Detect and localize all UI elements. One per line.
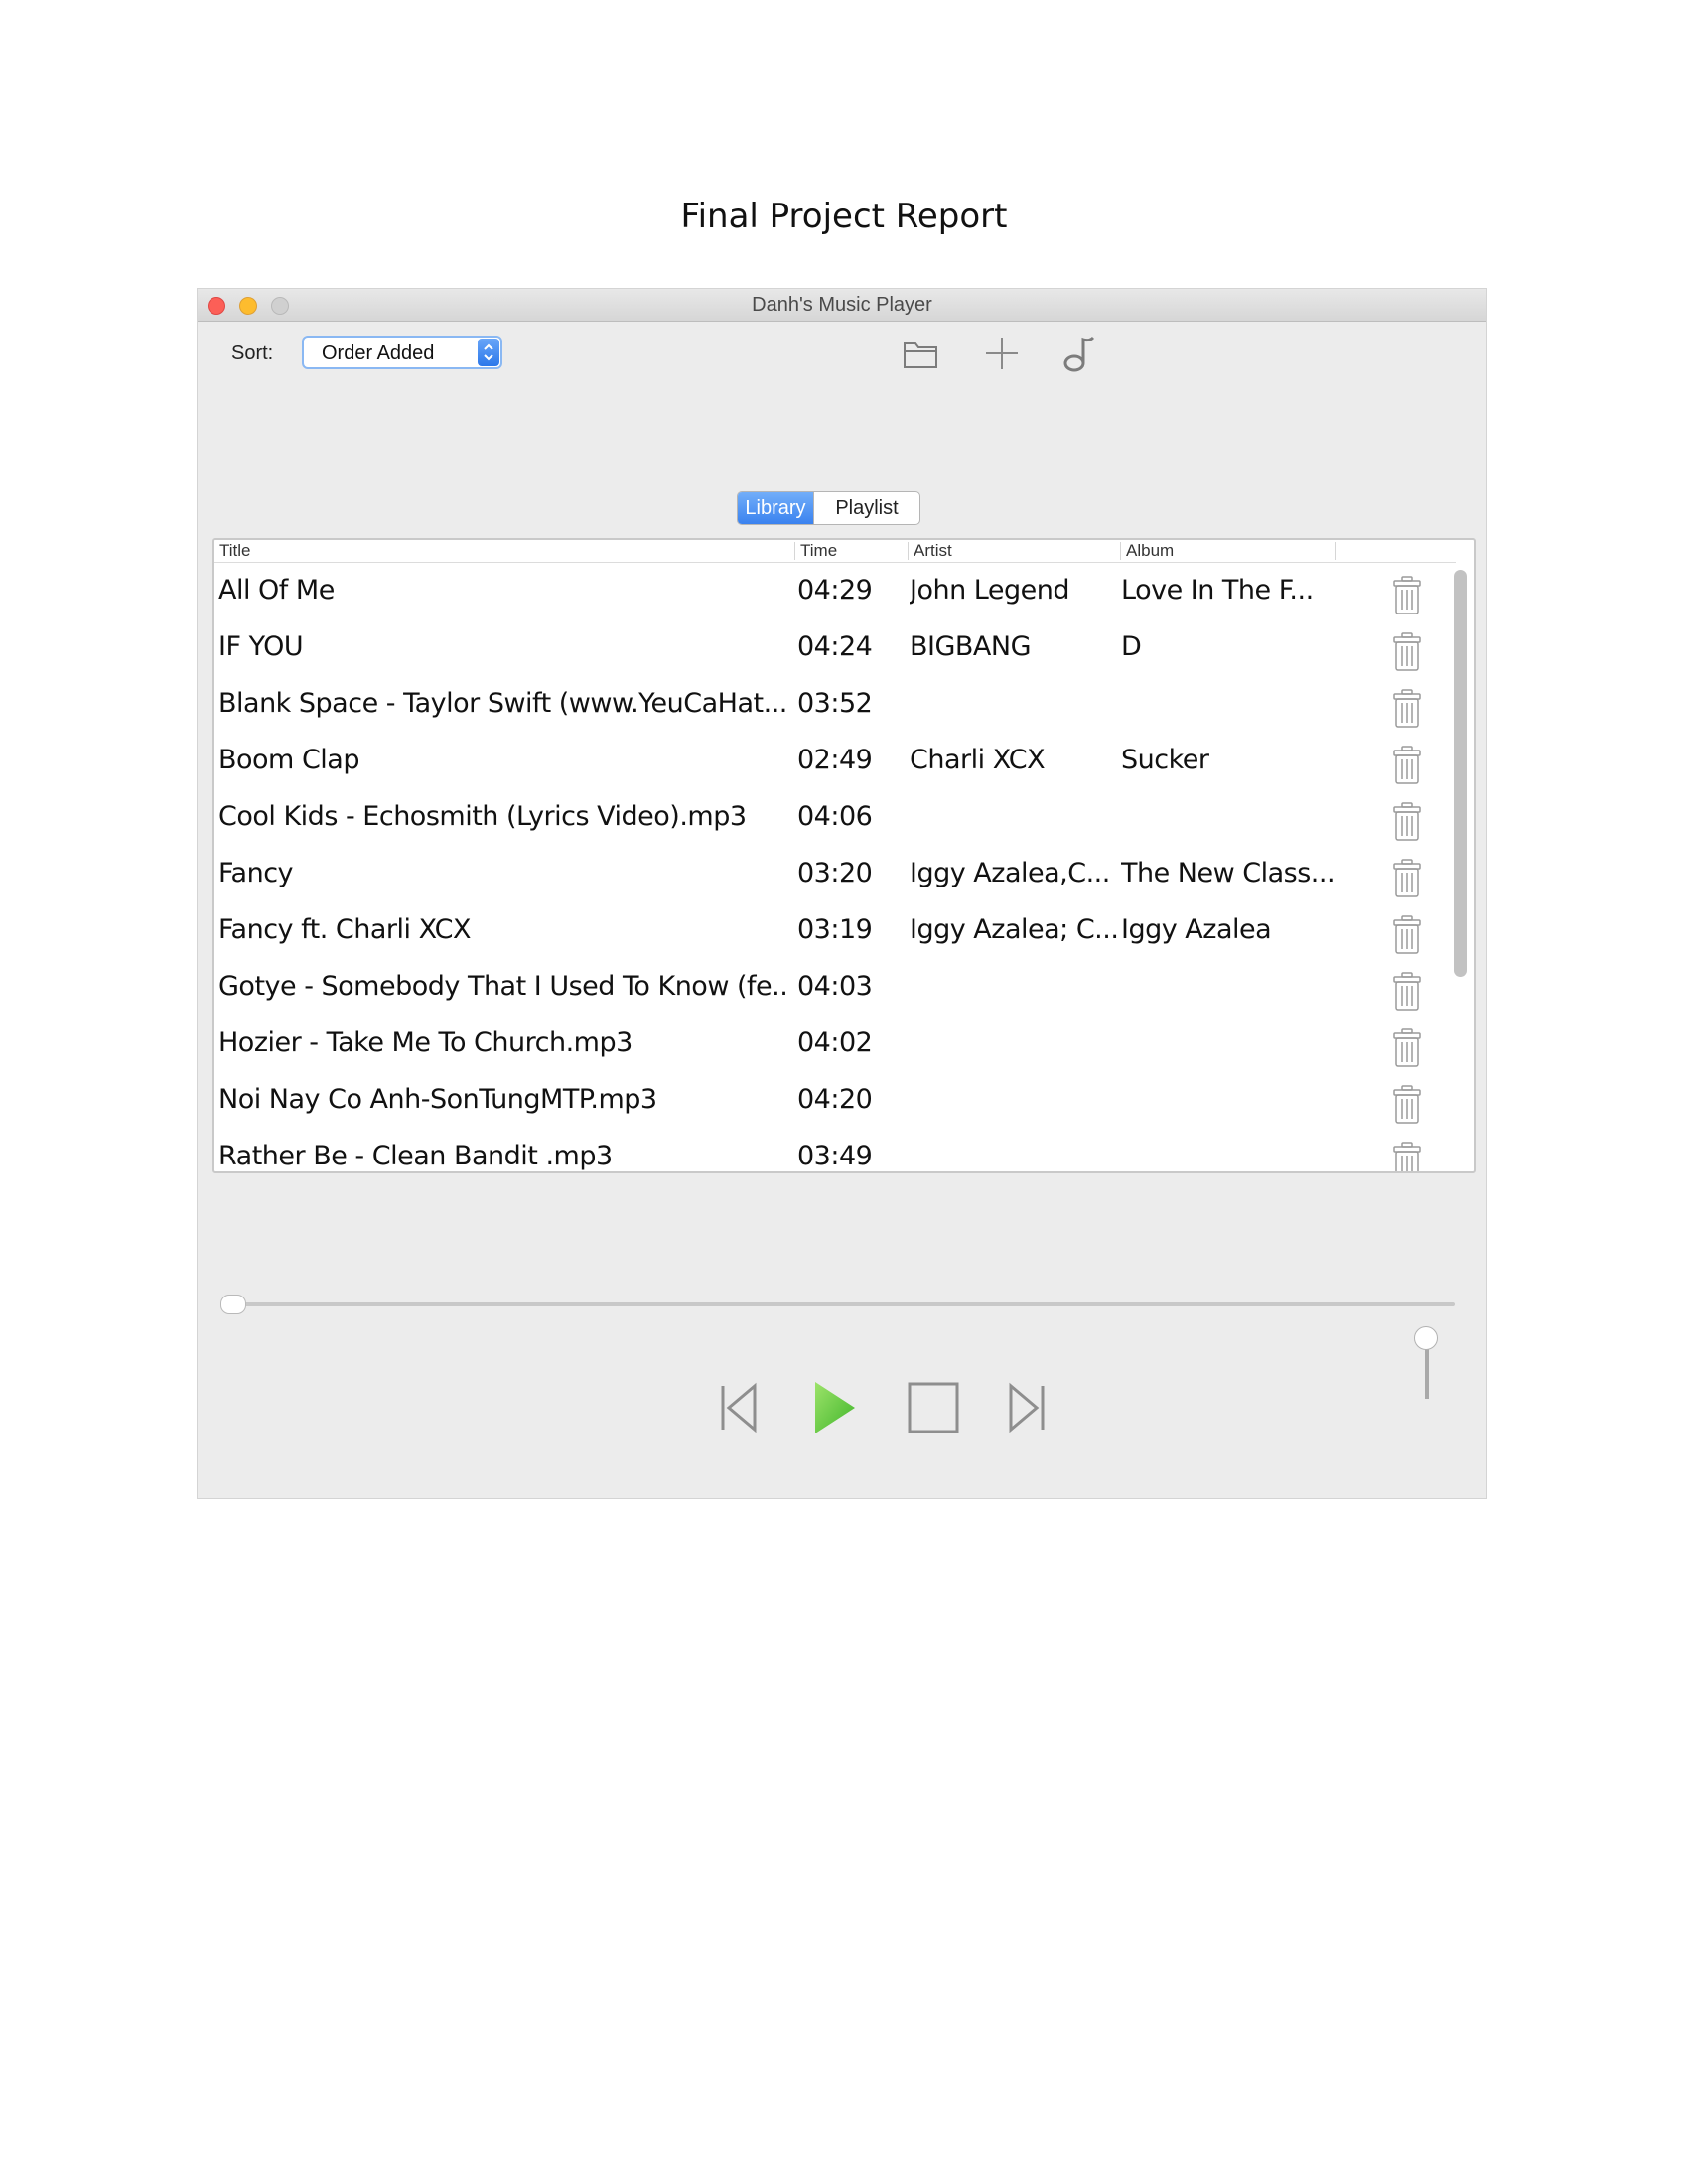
cell-title: Boom Clap (218, 745, 359, 775)
play-icon[interactable] (805, 1376, 861, 1439)
cell-album: D (1121, 631, 1142, 662)
cell-title: Gotye - Somebody That I Used To Know (fe… (218, 971, 789, 1002)
trash-icon[interactable] (1392, 915, 1422, 955)
seek-slider-track[interactable] (223, 1302, 1455, 1306)
cell-artist: Iggy Azalea,C... (910, 858, 1110, 888)
cell-time: 03:49 (797, 1141, 873, 1171)
cell-time: 04:20 (797, 1084, 873, 1115)
sort-select[interactable]: Order Added (302, 336, 502, 369)
cell-title: Hozier - Take Me To Church.mp3 (218, 1027, 633, 1058)
table-row[interactable]: Fancy 03:20 Iggy Azalea,C... The New Cla… (214, 848, 1456, 904)
trash-icon[interactable] (1392, 1142, 1422, 1171)
stop-icon[interactable] (906, 1376, 961, 1439)
table-row[interactable]: Rather Be - Clean Bandit .mp3 03:49 (214, 1131, 1456, 1171)
table-row[interactable]: Blank Space - Taylor Swift (www.YeuCaHat… (214, 678, 1456, 735)
column-header-time[interactable]: Time (795, 540, 908, 562)
trash-icon[interactable] (1392, 972, 1422, 1012)
trash-icon[interactable] (1392, 576, 1422, 615)
plus-icon[interactable] (982, 334, 1022, 373)
cell-title: Cool Kids - Echosmith (Lyrics Video).mp3 (218, 801, 747, 832)
title-bar[interactable]: Danh's Music Player (198, 289, 1486, 322)
next-icon[interactable] (1005, 1376, 1060, 1439)
table-row[interactable]: Boom Clap 02:49 Charli XCX Sucker (214, 735, 1456, 791)
table-row[interactable]: Cool Kids - Echosmith (Lyrics Video).mp3… (214, 791, 1456, 848)
cell-title: Noi Nay Co Anh-SonTungMTP.mp3 (218, 1084, 657, 1115)
table-row[interactable]: All Of Me 04:29 John Legend Love In The … (214, 565, 1456, 621)
table-row[interactable]: Noi Nay Co Anh-SonTungMTP.mp3 04:20 (214, 1074, 1456, 1131)
cell-time: 04:24 (797, 631, 873, 662)
table-header: Title Time Artist Album (214, 540, 1456, 563)
cell-time: 02:49 (797, 745, 873, 775)
trash-icon[interactable] (1392, 802, 1422, 842)
sort-label: Sort: (231, 342, 274, 364)
cell-title: Rather Be - Clean Bandit .mp3 (218, 1141, 613, 1171)
cell-title: IF YOU (218, 631, 304, 662)
tab-library[interactable]: Library (738, 492, 813, 524)
trash-icon[interactable] (1392, 859, 1422, 898)
table-row[interactable]: IF YOU 04:24 BIGBANG D (214, 621, 1456, 678)
cell-title: All Of Me (218, 575, 335, 606)
cell-artist: Charli XCX (910, 745, 1046, 775)
table-rows: All Of Me 04:29 John Legend Love In The … (214, 565, 1456, 1171)
cell-time: 03:52 (797, 688, 873, 719)
cell-artist: BIGBANG (910, 631, 1032, 662)
folder-icon[interactable] (901, 334, 940, 373)
seek-slider-thumb[interactable] (220, 1295, 246, 1314)
cell-artist: Iggy Azalea; C... (910, 914, 1118, 945)
volume-slider-thumb[interactable] (1414, 1326, 1438, 1350)
tab-playlist[interactable]: Playlist (813, 492, 919, 524)
column-header-album[interactable]: Album (1121, 540, 1335, 562)
trash-icon[interactable] (1392, 1028, 1422, 1068)
table-scrollbar[interactable] (1454, 570, 1467, 977)
table-row[interactable]: Hozier - Take Me To Church.mp3 04:02 (214, 1018, 1456, 1074)
cell-album: Iggy Azalea (1121, 914, 1272, 945)
cell-album: The New Class... (1121, 858, 1335, 888)
window-title: Danh's Music Player (752, 294, 932, 316)
trash-icon[interactable] (1392, 689, 1422, 729)
column-header-artist[interactable]: Artist (909, 540, 1120, 562)
up-down-chevron-icon (478, 339, 499, 366)
cell-time: 04:06 (797, 801, 873, 832)
sort-select-value: Order Added (322, 342, 435, 364)
previous-icon[interactable] (711, 1376, 767, 1439)
cell-artist: John Legend (910, 575, 1069, 606)
document-title: Final Project Report (680, 197, 1008, 236)
column-header-title[interactable]: Title (214, 540, 794, 562)
table-row[interactable]: Fancy ft. Charli XCX 03:19 Iggy Azalea; … (214, 904, 1456, 961)
cell-album: Sucker (1121, 745, 1209, 775)
column-divider (1335, 542, 1336, 560)
cell-time: 03:19 (797, 914, 873, 945)
cell-title: Fancy (218, 858, 294, 888)
view-tabs: Library Playlist (737, 491, 920, 525)
trash-icon[interactable] (1392, 746, 1422, 785)
cell-time: 04:29 (797, 575, 873, 606)
cell-time: 03:20 (797, 858, 873, 888)
cell-album: Love In The F... (1121, 575, 1314, 606)
trash-icon[interactable] (1392, 1085, 1422, 1125)
cell-time: 04:03 (797, 971, 873, 1002)
library-table: Title Time Artist Album All Of Me 04:29 … (212, 538, 1476, 1173)
cell-title: Blank Space - Taylor Swift (www.YeuCaHat… (218, 688, 789, 719)
cell-time: 04:02 (797, 1027, 873, 1058)
table-row[interactable]: Gotye - Somebody That I Used To Know (fe… (214, 961, 1456, 1018)
cell-title: Fancy ft. Charli XCX (218, 914, 471, 945)
trash-icon[interactable] (1392, 632, 1422, 672)
music-player-window: Danh's Music Player Sort: Order Added Li… (198, 289, 1486, 1498)
music-note-icon[interactable] (1059, 334, 1099, 373)
